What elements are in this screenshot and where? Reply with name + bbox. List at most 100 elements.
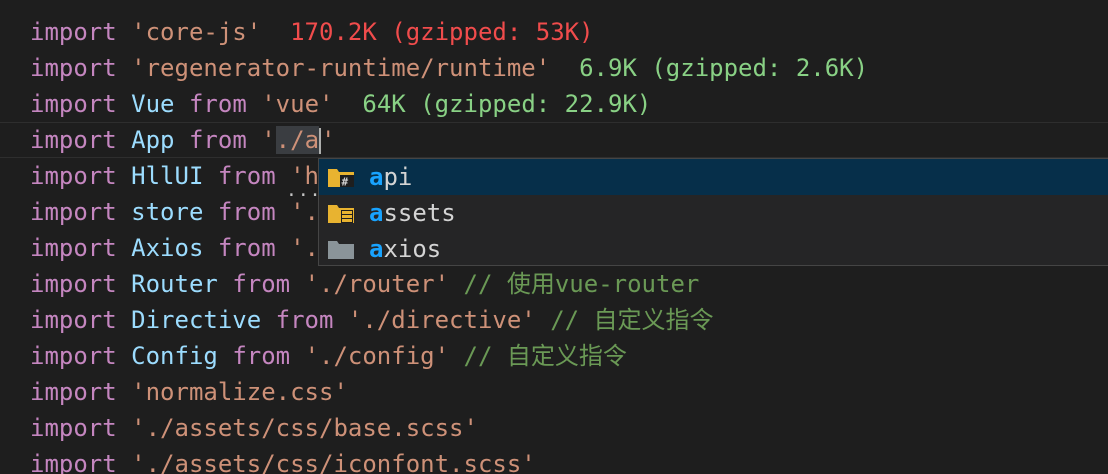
suggest-label: axios [369, 235, 442, 263]
folder-assets-icon [327, 202, 355, 224]
code-line: import Directive from './directive' // 自… [30, 302, 714, 338]
code-token: from [188, 126, 247, 154]
code-token: 'normalize.css' [131, 378, 348, 406]
suggest-item-assets[interactable]: assets [319, 195, 1108, 231]
code-line: import 'normalize.css' [30, 374, 348, 410]
code-token: // 使用vue-router [463, 270, 700, 298]
folder-api-icon: # [327, 166, 355, 188]
code-token: Directive [131, 306, 262, 334]
code-token: import [30, 342, 117, 370]
suggest-item-axios[interactable]: axios [319, 231, 1108, 267]
code-token: from [217, 162, 276, 190]
code-token: ./a [275, 126, 320, 154]
code-token: store [131, 198, 204, 226]
code-token: import [30, 90, 117, 118]
code-token: from [232, 270, 291, 298]
code-line: import './assets/css/iconfont.scss' [30, 446, 536, 474]
code-token: import [30, 18, 117, 46]
code-token: 64K (gzipped: 22.9K) [362, 90, 652, 118]
code-token: // 自定义指令 [463, 342, 627, 370]
code-token: '. [290, 234, 320, 262]
code-line: import Vue from 'vue' 64K (gzipped: 22.9… [30, 86, 651, 122]
code-token: './config' [304, 342, 450, 370]
code-token: '. [290, 198, 320, 226]
suggest-item-api[interactable]: # api [319, 159, 1108, 195]
code-token: Router [131, 270, 218, 298]
code-token: 'regenerator-runtime/runtime' [131, 54, 551, 82]
code-token: ' [261, 126, 276, 154]
code-token: 'vue' [261, 90, 334, 118]
code-token: Config [131, 342, 218, 370]
code-token: import [30, 450, 117, 474]
code-token: Vue [131, 90, 175, 118]
suggest-widget[interactable]: # api assets axios [318, 158, 1108, 266]
code-token: from [188, 90, 247, 118]
code-token: import [30, 234, 117, 262]
code-token: import [30, 306, 117, 334]
suggest-label: api [369, 163, 413, 191]
code-token: 6.9K (gzipped: 2.6K) [579, 54, 869, 82]
code-token: from [275, 306, 334, 334]
code-token: 'core-js' [131, 18, 262, 46]
code-token: import [30, 270, 117, 298]
code-line: import App from './a' [30, 122, 335, 158]
code-token: from [217, 234, 276, 262]
code-line: import HllUI from 'h [30, 158, 319, 194]
code-line: import store from '. [30, 194, 319, 230]
code-token: 170.2K (gzipped: 53K) [290, 18, 594, 46]
code-token: import [30, 162, 117, 190]
code-line: import Config from './config' // 自定义指令 [30, 338, 627, 374]
code-token: ' [321, 126, 336, 154]
code-token: import [30, 126, 117, 154]
code-line: import Router from './router' // 使用vue-r… [30, 266, 699, 302]
code-token: import [30, 54, 117, 82]
svg-text:#: # [342, 176, 349, 189]
code-line: import './assets/css/base.scss' [30, 410, 478, 446]
code-line: import Axios from '. [30, 230, 319, 266]
folder-icon [327, 238, 355, 260]
code-editor[interactable]: import 'core-js' 170.2K (gzipped: 53K) im… [0, 0, 1108, 474]
code-token: './assets/css/iconfont.scss' [131, 450, 536, 474]
code-token: import [30, 414, 117, 442]
code-token: './router' [304, 270, 450, 298]
code-token: App [131, 126, 175, 154]
code-token: './directive' [347, 306, 536, 334]
code-token: from [217, 198, 276, 226]
code-token: // 自定义指令 [550, 306, 714, 334]
code-token: './assets/css/base.scss' [131, 414, 478, 442]
code-line: import 'core-js' 170.2K (gzipped: 53K) [30, 14, 594, 50]
hover-ellipsis-icon[interactable]: ... [286, 180, 322, 201]
code-token: HllUI [131, 162, 204, 190]
code-token: Axios [131, 234, 204, 262]
